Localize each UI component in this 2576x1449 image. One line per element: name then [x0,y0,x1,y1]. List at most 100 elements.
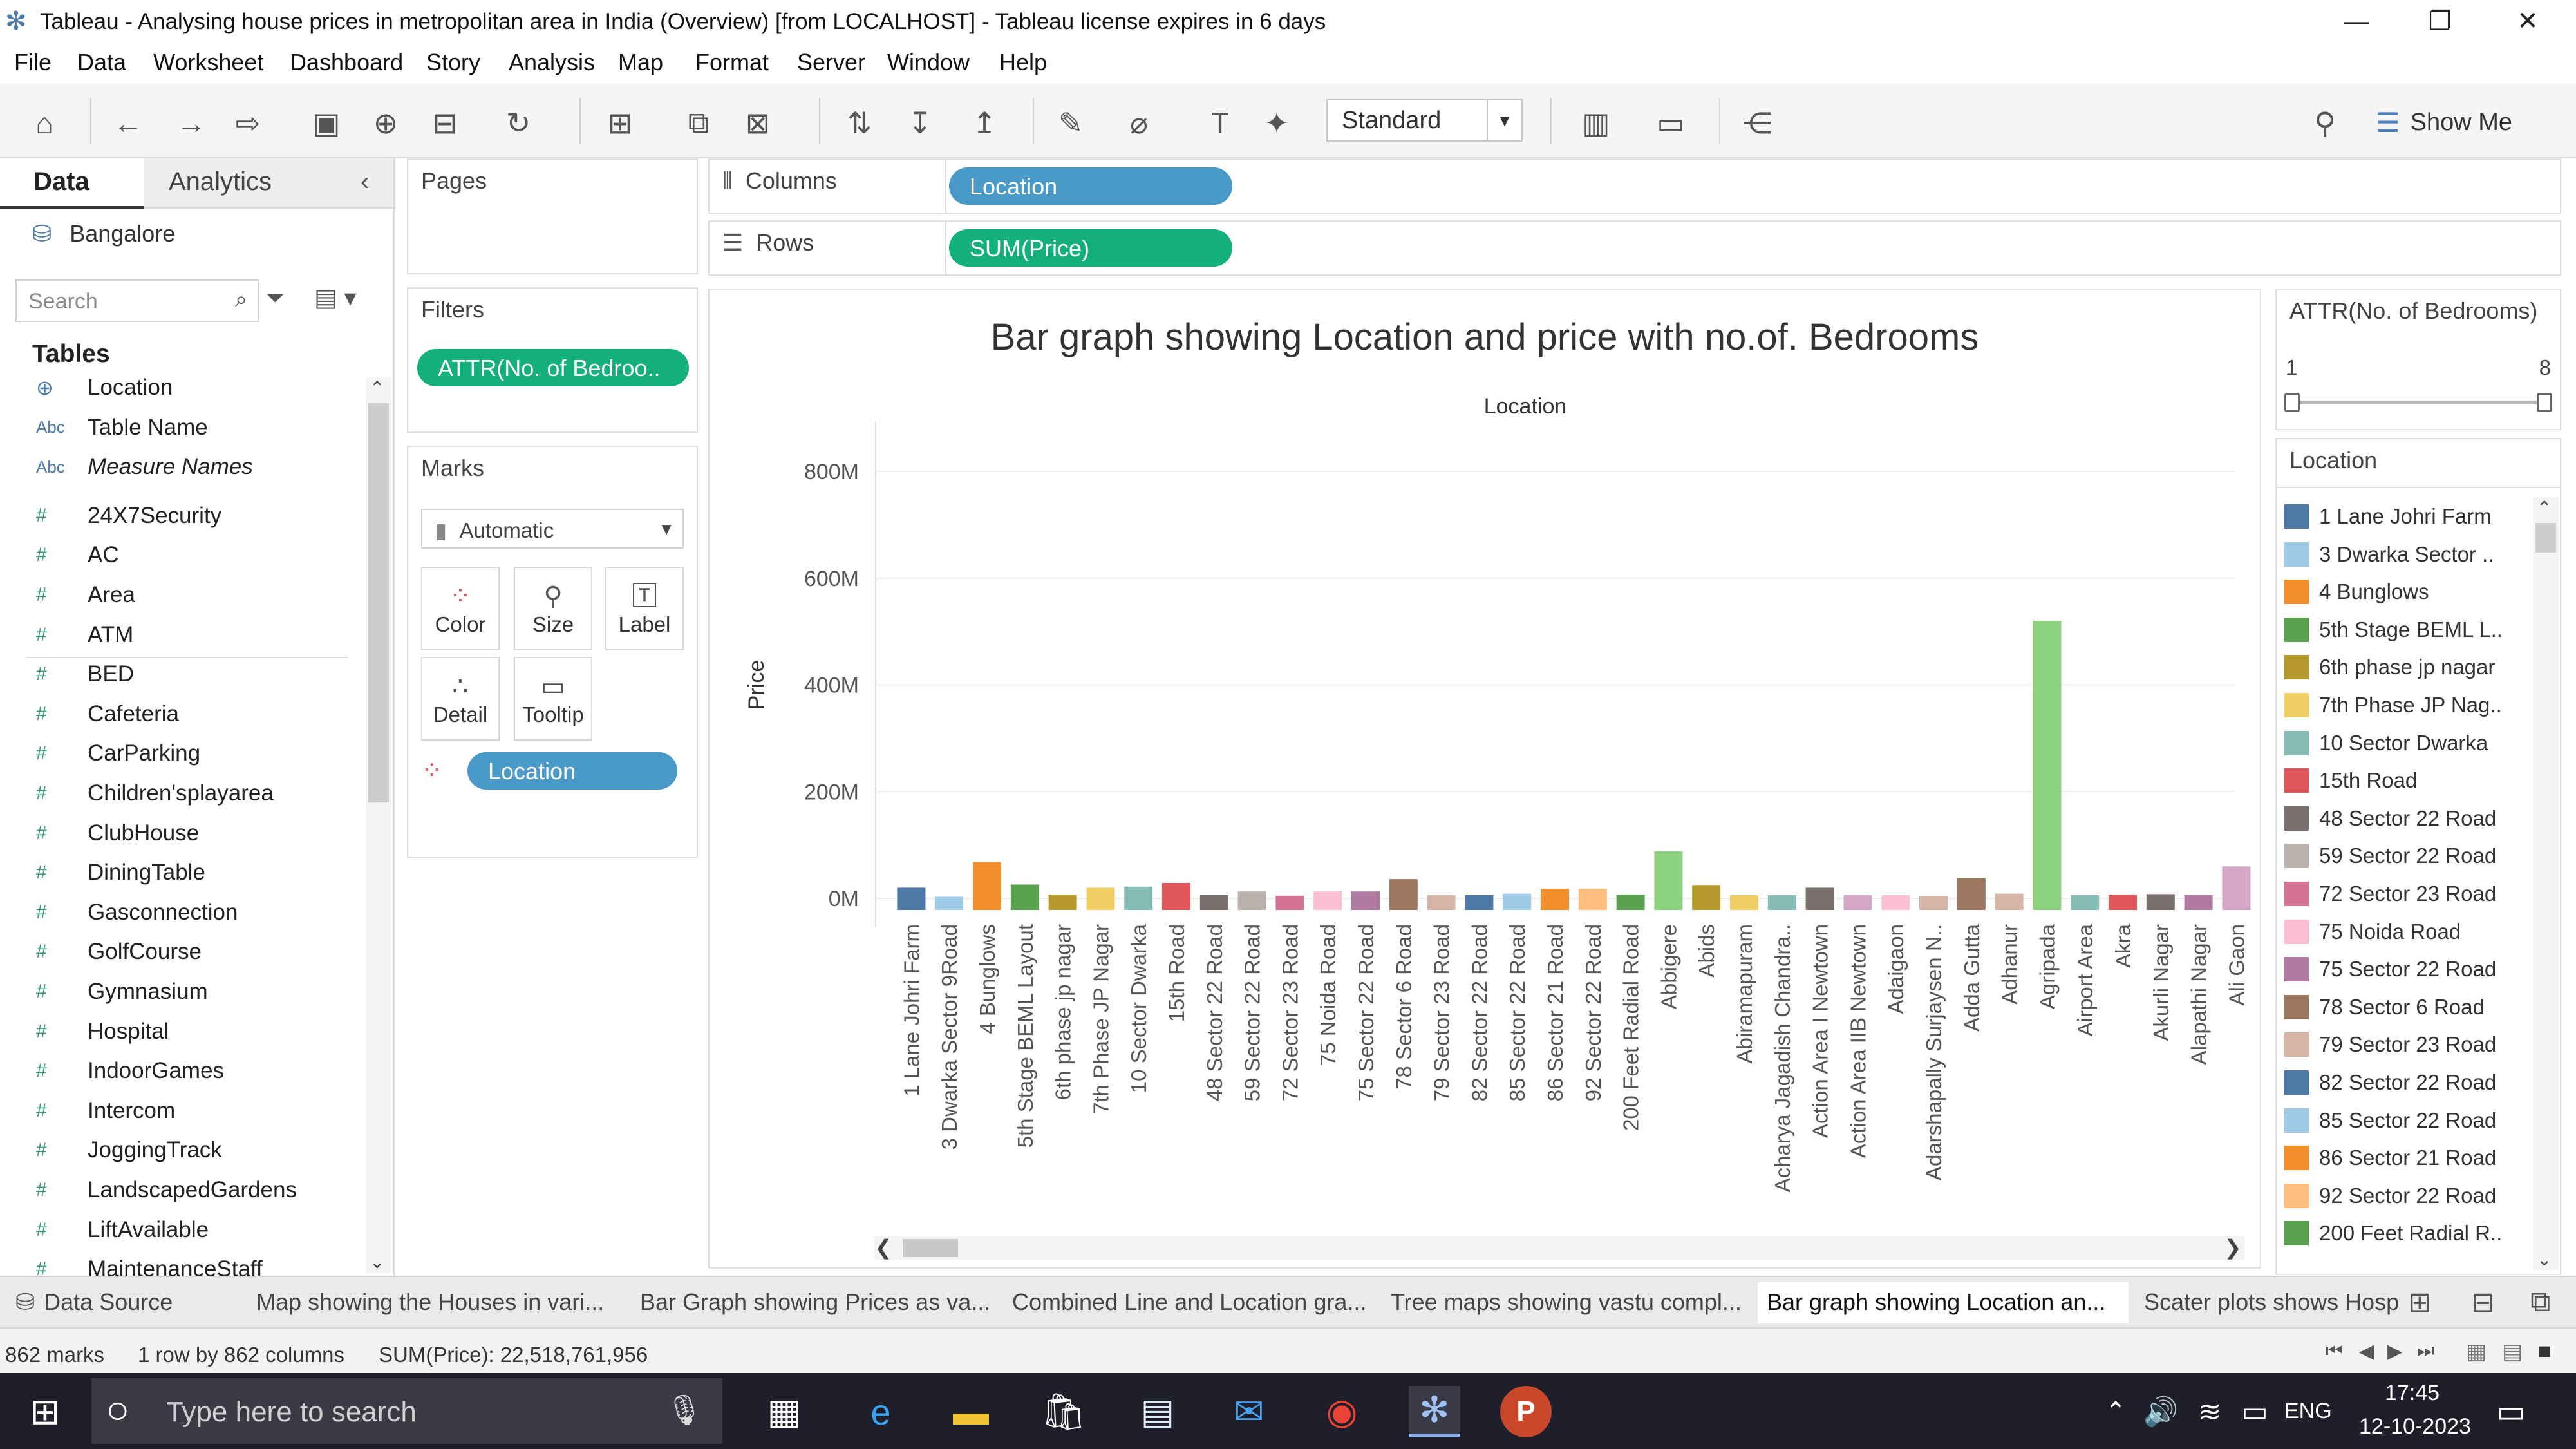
search-input[interactable]: Search ⌕ [15,279,259,322]
duplicate-sheet-icon[interactable]: ⧉ [680,104,717,142]
menu-server[interactable]: Server [797,49,865,76]
legend-item[interactable]: 86 Sector 21 Road [2284,1142,2496,1173]
field-item[interactable]: # LandscapedGardens [36,1171,297,1209]
home-icon[interactable]: ⌂ [26,104,63,142]
field-item[interactable]: # ClubHouse [36,814,199,853]
tab-bar-location-sheet[interactable]: Bar graph showing Location an... [1758,1282,2129,1323]
field-item[interactable]: ⊕ Location [36,368,173,407]
show-me-button[interactable]: ☰ Show Me [2376,103,2512,142]
clock-date[interactable]: 12-10-2023 [2359,1414,2471,1439]
legend-item[interactable]: 75 Noida Road [2284,916,2461,947]
menu-help[interactable]: Help [999,49,1047,76]
new-worksheet-icon[interactable]: ⊞ [2408,1286,2432,1319]
view-options-icon[interactable]: ▤ ▾ [314,283,357,312]
field-item[interactable]: # LiftAvailable [36,1211,209,1249]
redo-icon[interactable]: → [173,104,210,142]
refresh-icon[interactable]: ↻ [500,104,537,142]
menu-window[interactable]: Window [887,49,970,76]
show-cards-icon[interactable]: ▥ [1577,104,1615,142]
undo-icon[interactable]: ← [109,104,147,142]
field-item[interactable]: # Cafeteria [36,695,179,734]
legend-item[interactable]: 200 Feet Radial R.. [2284,1218,2502,1249]
filmstrip-icon[interactable]: ▤ [2502,1339,2523,1365]
field-item[interactable]: # Area [36,576,135,614]
battery-icon[interactable]: ▭ [2229,1386,2280,1437]
documents-icon[interactable]: ▤ [1132,1386,1183,1437]
fit-dropdown[interactable]: Standard ▼ [1326,99,1523,142]
legend-item[interactable]: 4 Bunglows [2284,576,2429,607]
fix-axes-icon[interactable]: ✦ [1258,104,1295,142]
legend-item[interactable]: 82 Sector 22 Road [2284,1067,2496,1098]
next-sheet-icon[interactable]: ▶ [2387,1340,2402,1363]
detail-button[interactable]: ∴ Detail [421,657,500,741]
chrome-icon[interactable]: ◉ [1316,1386,1368,1437]
field-item[interactable]: # BED [36,655,134,694]
edge-icon[interactable]: e [855,1386,907,1437]
windows-start-icon[interactable]: ⊞ [19,1386,71,1437]
legend-item[interactable]: 5th Stage BEML L.. [2284,614,2503,645]
field-item[interactable]: # DiningTable [36,853,205,892]
field-item[interactable]: #24X7Security [36,497,221,535]
show-hidden-icons[interactable]: ⌃ [2090,1386,2141,1437]
replay-icon[interactable]: ⇨ [229,104,267,142]
legend-scrollbar[interactable]: ⌃ ⌄ [2533,497,2559,1270]
sort-descending-icon[interactable]: ↥ [966,104,1003,142]
tooltip-button[interactable]: ▭ Tooltip [514,657,592,741]
pages-card[interactable]: Pages [407,158,698,274]
tab-scatter-sheet[interactable]: Scater plots shows Hosp [2144,1282,2398,1323]
legend-item[interactable]: 78 Sector 6 Road [2284,992,2485,1023]
legend-item[interactable]: 72 Sector 23 Road [2284,878,2496,909]
save-icon[interactable]: ▣ [308,104,345,142]
maximize-button[interactable]: ❐ [2402,3,2479,40]
mail-icon[interactable]: ✉ [1223,1386,1275,1437]
wifi-icon[interactable]: ≋ [2184,1386,2235,1437]
sheet-sorter-icon[interactable]: ▦ [2466,1339,2487,1365]
volume-icon[interactable]: 🔊 [2135,1386,2186,1437]
filters-card[interactable]: Filters ATTR(No. of Bedroo.. [407,287,698,433]
prev-sheet-icon[interactable]: ◀ [2359,1340,2374,1363]
chart-view[interactable]: Bar graph showing Location and price wit… [708,289,2261,1269]
legend-item[interactable]: 1 Lane Johri Farm [2284,501,2492,532]
collapse-pane-icon[interactable]: ‹ [361,167,369,196]
legend-item[interactable]: 48 Sector 22 Road [2284,803,2496,834]
store-icon[interactable]: 🛍 [1038,1386,1089,1437]
columns-pill[interactable]: Location [949,167,1232,205]
minimize-button[interactable]: — [2318,3,2395,40]
field-item[interactable]: Abc Table Name [36,408,208,447]
scroll-up-icon[interactable]: ⌃ [370,377,384,399]
size-button[interactable]: ⚲ Size [514,567,592,650]
label-button[interactable]: 🅃 Label [605,567,684,650]
new-dashboard-icon[interactable]: ⊟ [2471,1286,2495,1319]
field-item[interactable]: # Gymnasium [36,972,208,1011]
taskbar-search-input[interactable]: ○ Type here to search 🎙 [91,1378,722,1444]
legend-item[interactable]: 75 Sector 22 Road [2284,954,2496,985]
new-worksheet-icon[interactable]: ⊞ [601,104,639,142]
menu-map[interactable]: Map [618,49,663,76]
field-item[interactable]: # JoggingTrack [36,1131,222,1170]
legend-item[interactable]: 10 Sector Dwarka [2284,728,2488,759]
notifications-icon[interactable]: ▭ [2485,1386,2537,1437]
clock-time[interactable]: 17:45 [2385,1381,2440,1406]
field-item[interactable]: Abc Measure Names [36,448,253,486]
field-item[interactable]: # GolfCourse [36,933,202,971]
tab-map-sheet[interactable]: Map showing the Houses in vari... [256,1282,610,1323]
menu-file[interactable]: File [14,49,52,76]
datasource-item[interactable]: ⛁ Bangalore [32,220,175,247]
legend-item[interactable]: 15th Road [2284,765,2417,796]
legend-item[interactable]: 92 Sector 22 Road [2284,1180,2496,1211]
marks-location-pill[interactable]: Location [467,752,677,790]
scroll-down-icon[interactable]: ⌄ [2537,1249,2552,1270]
new-datasource-icon[interactable]: ⊕ [367,104,404,142]
menu-story[interactable]: Story [426,49,480,76]
bedrooms-slider-max-handle[interactable] [2537,393,2552,412]
field-item[interactable]: # Gasconnection [36,893,238,932]
tab-data-source[interactable]: ⛁ Data Source [15,1282,234,1323]
scrollbar[interactable]: ⌃ ⌄ [366,377,391,1273]
menu-dashboard[interactable]: Dashboard [290,49,403,76]
legend-item[interactable]: 6th phase jp nagar [2284,652,2495,683]
columns-shelf[interactable]: ⦀ Columns Location [708,158,2561,214]
pin-icon[interactable]: ⚲ [2306,104,2344,142]
file-explorer-icon[interactable]: ▬ [945,1386,997,1437]
field-item[interactable]: # Hospital [36,1012,169,1051]
pause-updates-icon[interactable]: ⊟ [426,104,464,142]
